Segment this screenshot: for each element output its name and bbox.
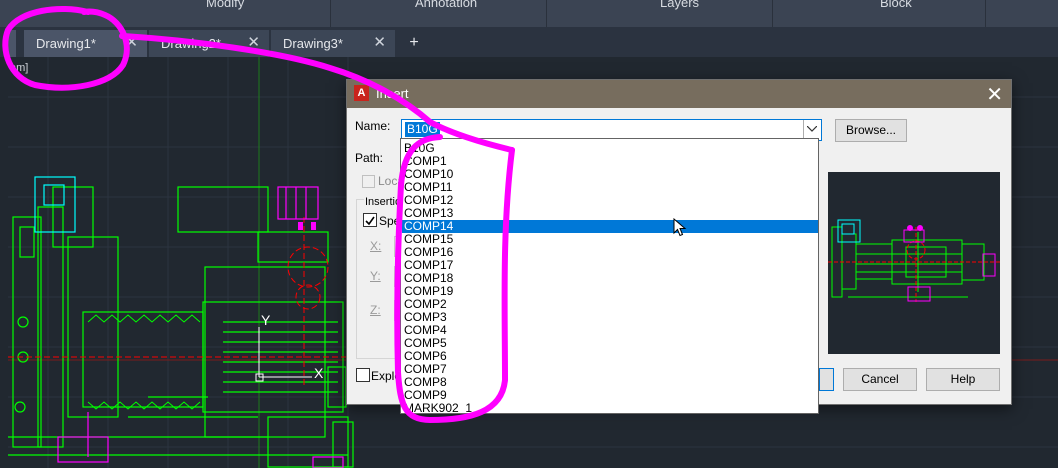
- dropdown-option[interactable]: COMP14: [402, 220, 818, 233]
- browse-label: Browse...: [845, 123, 896, 137]
- chevron-down-icon: [807, 126, 817, 132]
- checkmark-icon: [365, 216, 375, 226]
- dropdown-option[interactable]: COMP1: [402, 155, 818, 168]
- dropdown-option[interactable]: COMP16: [402, 246, 818, 259]
- tab-label: Drawing2*: [161, 36, 221, 51]
- ribbon-panel-modify[interactable]: Modify: [206, 0, 244, 10]
- dropdown-option[interactable]: COMP18: [402, 272, 818, 285]
- ribbon-panel-layers[interactable]: Layers: [660, 0, 699, 10]
- ribbon-divider: [985, 0, 986, 27]
- tab-overflow[interactable]: [8, 30, 16, 57]
- dialog-titlebar[interactable]: A Insert ✕: [347, 80, 1011, 108]
- dropdown-option[interactable]: COMP6: [402, 350, 818, 363]
- tab-label: Drawing3*: [283, 36, 343, 51]
- z-label: Z:: [370, 303, 381, 317]
- name-label: Name:: [355, 119, 391, 133]
- tab-label: Drawing1*: [36, 36, 96, 51]
- new-tab-button[interactable]: +: [404, 34, 424, 52]
- ucs-x-label: X: [314, 365, 324, 381]
- name-value: B10G: [405, 122, 440, 137]
- viewport-controls-label[interactable]: am]: [10, 62, 28, 74]
- ucs-y-label: Y: [261, 312, 271, 328]
- magenta-fills: [298, 222, 316, 230]
- tab-drawing2[interactable]: Drawing2* ✕: [149, 30, 269, 57]
- file-tab-bar: Drawing1* ✕ Drawing2* ✕ Drawing3* ✕: [0, 27, 1058, 57]
- ribbon: Modify Annotation Layers Block: [0, 0, 1058, 27]
- cancel-button[interactable]: Cancel: [843, 368, 917, 391]
- name-dropdown-list[interactable]: B10G COMP1 COMP10 COMP11 COMP12 COMP13 COMP14 C…: [400, 138, 819, 414]
- preview-drawing: [828, 219, 1000, 302]
- path-label: Path:: [355, 151, 384, 165]
- preview-cyan: [837, 219, 861, 243]
- dropdown-option[interactable]: COMP15: [402, 233, 818, 246]
- close-icon[interactable]: ✕: [986, 82, 1003, 107]
- bellows-geometry: [87, 314, 201, 410]
- specify-onscreen-checkbox[interactable]: [363, 213, 377, 227]
- cancel-label: Cancel: [861, 372, 899, 386]
- x-label: X:: [370, 239, 382, 253]
- dropdown-option[interactable]: COMP11: [402, 181, 818, 194]
- mouse-cursor-icon: [673, 218, 687, 237]
- dropdown-option[interactable]: COMP4: [402, 324, 818, 337]
- tab-drawing1[interactable]: Drawing1* ✕: [24, 30, 147, 57]
- dropdown-option[interactable]: MARK902_1: [402, 402, 818, 414]
- close-tab-icon[interactable]: ✕: [373, 33, 386, 51]
- ribbon-divider: [546, 0, 547, 27]
- close-tab-icon[interactable]: ✕: [247, 33, 260, 51]
- dropdown-option[interactable]: COMP5: [402, 337, 818, 350]
- dialog-title: Insert: [376, 86, 409, 101]
- dropdown-option[interactable]: COMP17: [402, 259, 818, 272]
- dropdown-option[interactable]: COMP8: [402, 376, 818, 389]
- block-preview: [828, 172, 1000, 354]
- dropdown-option[interactable]: COMP2: [402, 298, 818, 311]
- ribbon-panel-block[interactable]: Block: [880, 0, 912, 10]
- help-label: Help: [950, 372, 976, 386]
- combo-dropdown-button[interactable]: [803, 120, 821, 140]
- ribbon-panel-annotation[interactable]: Annotation: [415, 0, 477, 10]
- explode-checkbox[interactable]: [356, 368, 370, 382]
- dropdown-option[interactable]: COMP19: [402, 285, 818, 298]
- help-button[interactable]: Help: [926, 368, 1000, 391]
- locate-checkbox[interactable]: [362, 175, 375, 188]
- autocad-app-icon: A: [354, 85, 369, 101]
- dropdown-option[interactable]: COMP13: [402, 207, 818, 220]
- ok-button[interactable]: [819, 368, 834, 391]
- y-label: Y:: [370, 269, 381, 283]
- ribbon-divider: [330, 0, 331, 27]
- dropdown-option[interactable]: B10G: [402, 142, 818, 155]
- dropdown-option[interactable]: COMP3: [402, 311, 818, 324]
- dropdown-option[interactable]: COMP7: [402, 363, 818, 376]
- dropdown-option[interactable]: COMP10: [402, 168, 818, 181]
- browse-button[interactable]: Browse...: [835, 119, 907, 142]
- close-tab-icon[interactable]: ✕: [125, 33, 138, 51]
- ribbon-divider: [772, 0, 773, 27]
- tab-drawing3[interactable]: Drawing3* ✕: [271, 30, 395, 57]
- dropdown-option[interactable]: COMP12: [402, 194, 818, 207]
